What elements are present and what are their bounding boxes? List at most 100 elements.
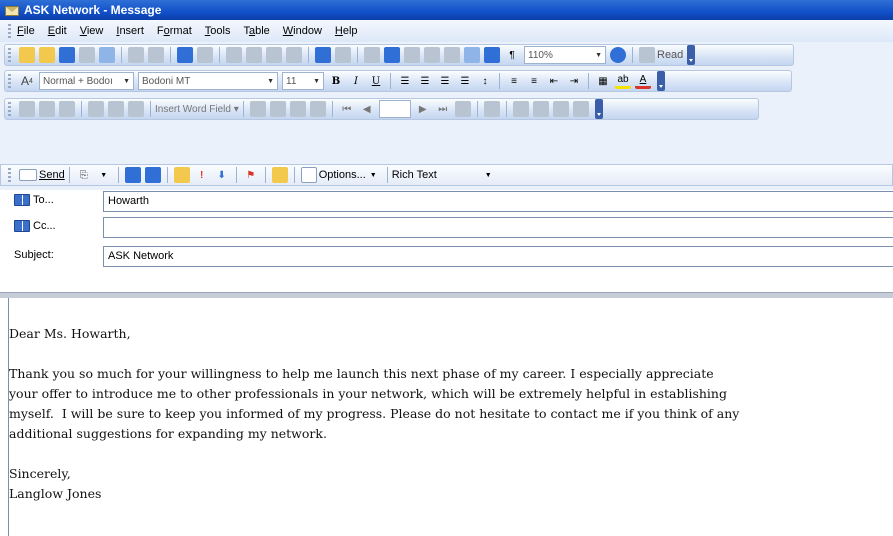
hyperlink-icon[interactable] <box>364 47 380 63</box>
send-button[interactable]: Send <box>39 169 65 181</box>
menu-window[interactable]: Window <box>283 25 322 37</box>
increase-indent-icon[interactable]: ⇥ <box>566 73 582 89</box>
menu-tools[interactable]: Tools <box>205 25 231 37</box>
justify-icon[interactable]: ☰ <box>457 73 473 89</box>
bold-button[interactable]: B <box>328 73 344 89</box>
numbering-icon[interactable]: ≡ <box>506 73 522 89</box>
main-document-icon[interactable] <box>19 101 35 117</box>
toolbar-grip[interactable] <box>8 48 11 62</box>
toolbar-grip[interactable] <box>8 102 11 116</box>
toolbar-options-icon[interactable] <box>594 99 603 119</box>
cc-input[interactable] <box>103 217 893 238</box>
merge-to-fax-icon[interactable] <box>572 101 589 117</box>
options-dropdown-icon[interactable]: ▼ <box>370 172 377 179</box>
bullets-icon[interactable]: ≡ <box>526 73 542 89</box>
new-icon[interactable] <box>19 47 35 63</box>
toolbar-grip[interactable] <box>8 168 11 182</box>
merge-to-printer-icon[interactable] <box>532 101 549 117</box>
toolbar-grip[interactable] <box>8 74 11 88</box>
first-record-icon[interactable]: ⏮ <box>339 101 355 117</box>
message-format-select[interactable]: Rich Text ▼ <box>392 169 492 181</box>
insert-table-icon[interactable] <box>404 47 420 63</box>
insert-merge-fields-icon[interactable] <box>128 101 144 117</box>
drawing-icon[interactable] <box>464 47 480 63</box>
insert-word-field-button[interactable]: Insert Word Field ▾ <box>155 104 239 115</box>
permission-icon[interactable] <box>79 47 95 63</box>
document-map-icon[interactable] <box>484 47 500 63</box>
save-icon[interactable] <box>59 47 75 63</box>
menu-grip[interactable] <box>8 24 11 38</box>
merge-to-document-icon[interactable] <box>512 101 529 117</box>
propagate-labels-icon[interactable] <box>309 101 326 117</box>
font-select[interactable]: Bodoni MT ▼ <box>138 72 278 90</box>
font-size-select[interactable]: 11 ▼ <box>282 72 324 90</box>
insert-greeting-icon[interactable] <box>108 101 124 117</box>
paste-icon[interactable] <box>266 47 282 63</box>
options-button[interactable]: Options... <box>319 169 366 181</box>
redo-icon[interactable] <box>335 47 351 63</box>
zoom-select[interactable]: 110% ▼ <box>524 46 606 64</box>
view-merged-data-icon[interactable] <box>249 101 266 117</box>
open-data-source-icon[interactable] <box>39 101 55 117</box>
last-record-icon[interactable]: ⏭ <box>435 101 451 117</box>
print-preview-icon[interactable] <box>99 47 115 63</box>
styles-icon[interactable]: A4 <box>19 73 35 89</box>
line-spacing-icon[interactable]: ↕ <box>477 73 493 89</box>
decrease-indent-icon[interactable]: ⇤ <box>546 73 562 89</box>
flag-icon[interactable]: ⚑ <box>243 167 259 183</box>
research-icon[interactable] <box>197 47 213 63</box>
next-record-icon[interactable]: ▶ <box>415 101 431 117</box>
to-button[interactable]: To... <box>14 194 54 206</box>
show-hide-icon[interactable]: ¶ <box>504 47 520 63</box>
highlight-icon[interactable]: ab <box>615 73 631 89</box>
font-color-icon[interactable]: A <box>635 73 651 89</box>
insert-address-block-icon[interactable] <box>88 101 104 117</box>
subject-input[interactable]: ASK Network <box>103 246 893 267</box>
menu-insert[interactable]: Insert <box>116 25 144 37</box>
cc-button[interactable]: Cc... <box>14 220 56 232</box>
check-names-icon[interactable] <box>144 167 161 183</box>
align-left-icon[interactable]: ☰ <box>397 73 413 89</box>
toolbar-options-icon[interactable] <box>657 71 665 91</box>
check-errors-icon[interactable] <box>483 101 500 117</box>
find-entry-icon[interactable] <box>454 101 471 117</box>
to-input[interactable]: Howarth <box>103 191 893 212</box>
record-number-input[interactable] <box>378 100 411 118</box>
merge-to-email-icon[interactable] <box>552 101 569 117</box>
menu-help[interactable]: Help <box>335 25 358 37</box>
menu-table[interactable]: Table <box>243 25 269 37</box>
menu-edit[interactable]: Edit <box>48 25 67 37</box>
address-book-icon[interactable] <box>124 167 141 183</box>
open-folder-icon[interactable] <box>39 47 55 63</box>
envelope-icon[interactable] <box>271 167 288 183</box>
help-icon[interactable] <box>610 47 626 63</box>
align-right-icon[interactable]: ☰ <box>437 73 453 89</box>
columns-icon[interactable] <box>444 47 460 63</box>
insert-excel-icon[interactable] <box>424 47 440 63</box>
menu-file[interactable]: File <box>17 25 35 37</box>
match-fields-icon[interactable] <box>289 101 306 117</box>
cut-icon[interactable] <box>226 47 242 63</box>
recipients-icon[interactable] <box>59 101 75 117</box>
style-select[interactable]: Normal + Bodoı ▼ <box>39 72 134 90</box>
menu-view[interactable]: View <box>80 25 104 37</box>
preview-icon[interactable] <box>148 47 164 63</box>
align-center-icon[interactable]: ☰ <box>417 73 433 89</box>
follow-up-flag-icon[interactable] <box>173 167 190 183</box>
format-painter-icon[interactable] <box>286 47 302 63</box>
print-icon[interactable] <box>128 47 144 63</box>
copy-icon[interactable] <box>246 47 262 63</box>
highlight-fields-icon[interactable] <box>269 101 286 117</box>
tables-borders-icon[interactable] <box>384 47 400 63</box>
message-body[interactable]: Dear Ms. Howarth, Thank you so much for … <box>8 298 893 536</box>
outside-border-icon[interactable]: ▦ <box>595 73 611 89</box>
spelling-icon[interactable] <box>177 47 193 63</box>
toolbar-options-icon[interactable] <box>687 45 696 65</box>
attach-dropdown-icon[interactable]: ▼ <box>96 167 112 183</box>
underline-button[interactable]: U <box>368 73 384 89</box>
attach-paperclip-icon[interactable]: ⎘ <box>76 167 92 183</box>
low-importance-icon[interactable]: ⬇ <box>214 167 230 183</box>
read-button[interactable]: Read <box>657 49 683 61</box>
undo-icon[interactable] <box>315 47 331 63</box>
high-importance-icon[interactable]: ! <box>194 167 210 183</box>
